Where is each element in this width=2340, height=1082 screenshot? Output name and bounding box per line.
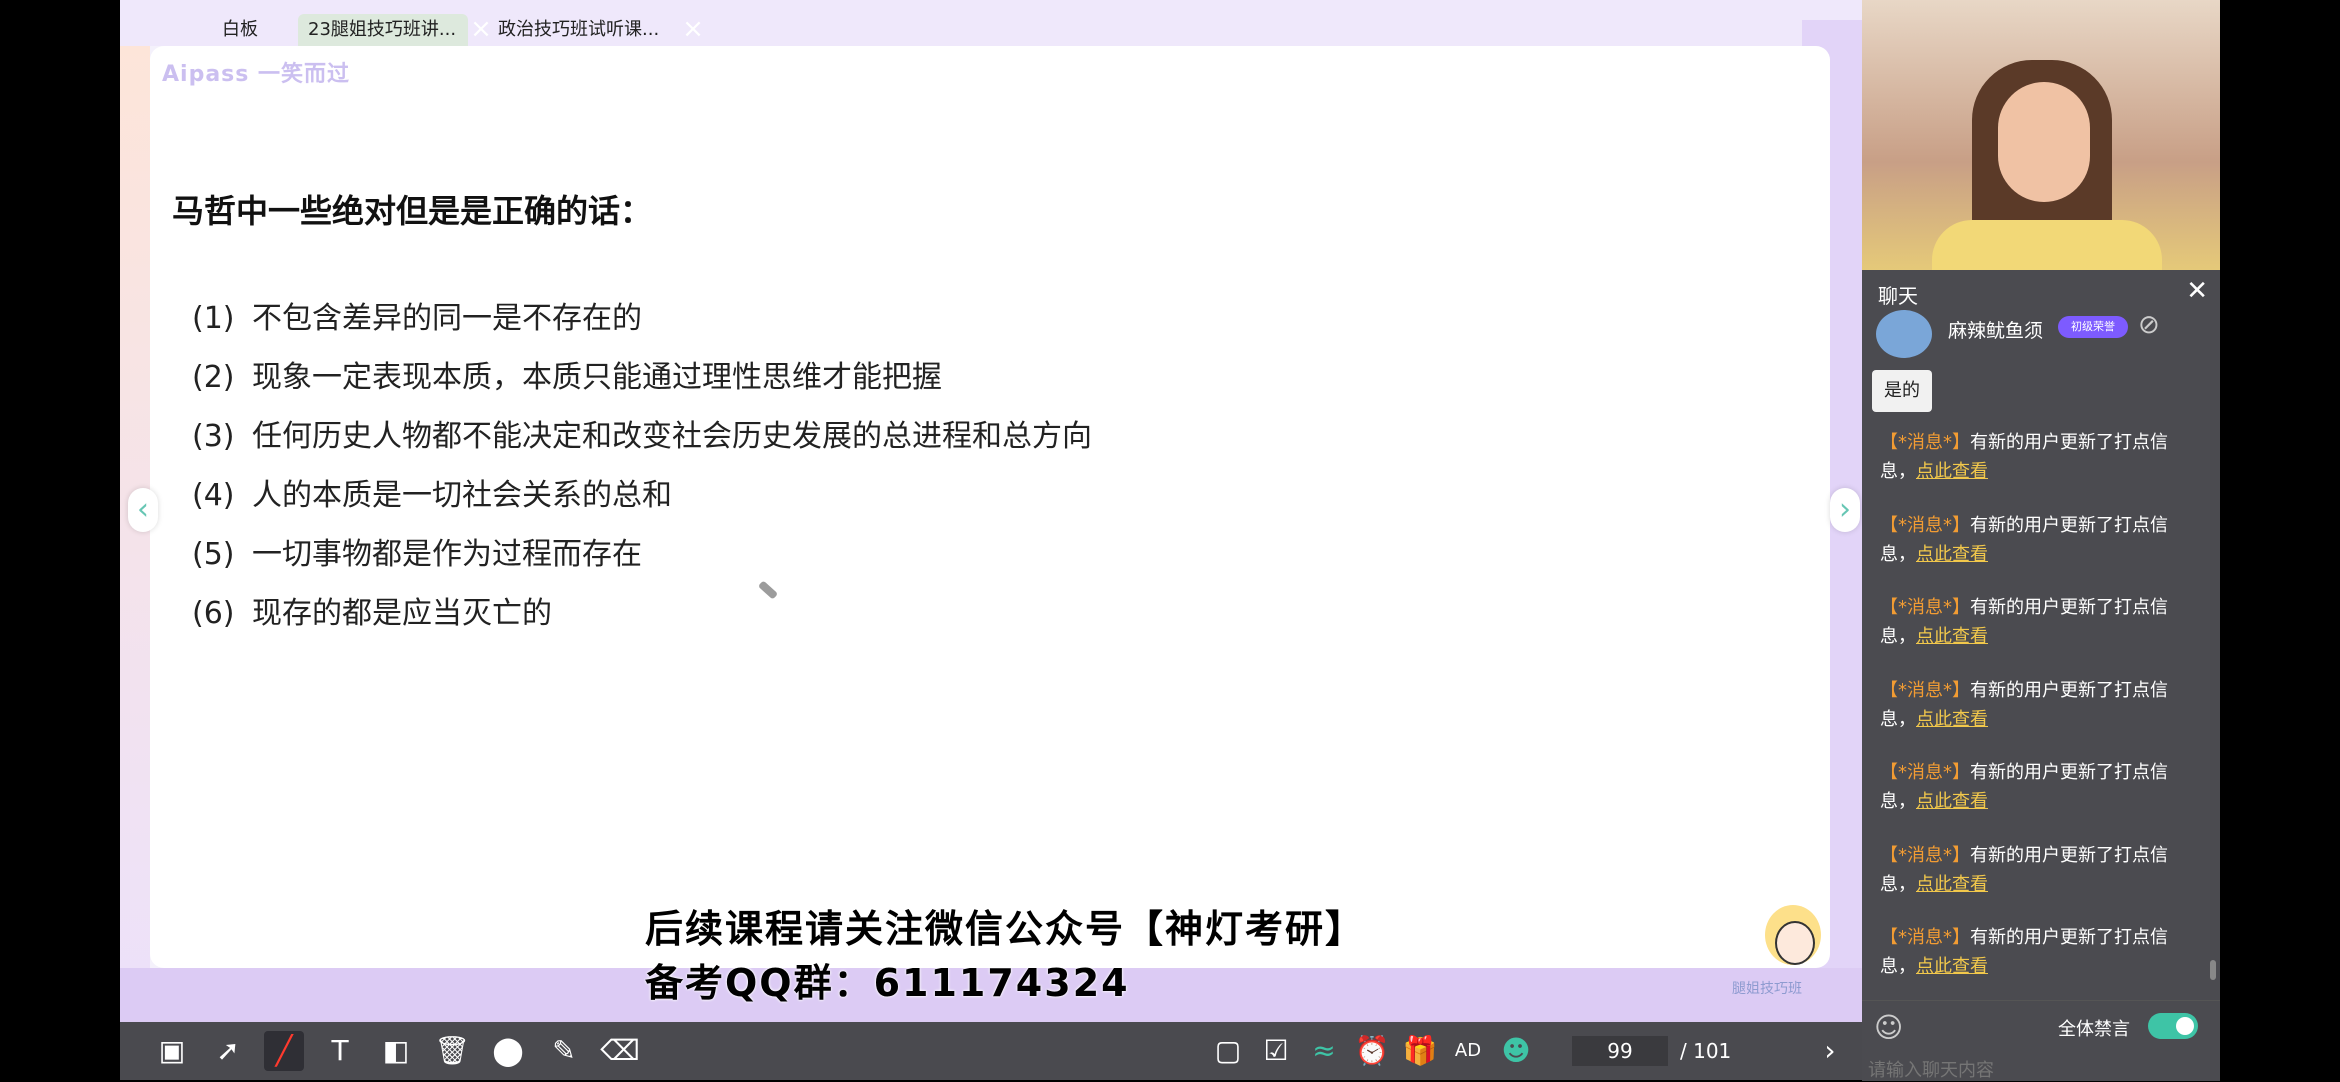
tab-trial-course[interactable]: 政治技巧班试听课... bbox=[488, 14, 698, 46]
mascot-label: 腿姐技巧班 bbox=[1732, 981, 1802, 997]
ad-icon[interactable]: AD bbox=[1448, 1031, 1488, 1071]
ban-all-label: 全体禁言 bbox=[2058, 1019, 2130, 1040]
pen-icon[interactable]: ╱ bbox=[264, 1031, 304, 1071]
list-item: (2) 现象一定表现本质，本质只能通过理性思维才能把握 bbox=[192, 360, 942, 395]
slide-list: (1) 不包含差异的同一是不存在的 (2) 现象一定表现本质，本质只能通过理性思维才… bbox=[192, 297, 1092, 651]
view-link[interactable]: 点此查看 bbox=[1916, 874, 1988, 895]
tab-lecture[interactable]: 23腿姐技巧班讲... bbox=[298, 14, 468, 46]
mascot-icon bbox=[1765, 905, 1821, 965]
view-link[interactable]: 点此查看 bbox=[1916, 461, 1988, 482]
user-badge: 初级荣誉 bbox=[2058, 316, 2128, 338]
clear-icon[interactable]: ⌫ bbox=[600, 1031, 640, 1071]
timer-icon[interactable]: ⏰ bbox=[1352, 1031, 1392, 1071]
view-link[interactable]: 点此查看 bbox=[1916, 544, 1988, 565]
view-link[interactable]: 点此查看 bbox=[1916, 626, 1988, 647]
list-item: (5) 一切事物都是作为过程而存在 bbox=[192, 537, 642, 572]
next-page-icon[interactable]: › bbox=[1810, 1031, 1850, 1071]
list-item: 【*消息*】有新的用户更新了打点信息，点此查看 bbox=[1880, 679, 2168, 730]
chat-scrollbar[interactable] bbox=[2210, 960, 2216, 980]
tab-whiteboard[interactable]: 白板 bbox=[180, 14, 300, 46]
list-item: 【*消息*】有新的用户更新了打点信息，点此查看 bbox=[1880, 514, 2168, 565]
teacher-video bbox=[1862, 0, 2220, 270]
shape-icon[interactable]: ◧ bbox=[376, 1031, 416, 1071]
trash-icon[interactable]: 🗑 bbox=[432, 1031, 472, 1071]
avatar bbox=[1876, 310, 1932, 358]
eraser-icon[interactable]: ✎ bbox=[544, 1031, 584, 1071]
people-icon[interactable]: ☻ bbox=[1496, 1031, 1536, 1071]
view-link[interactable]: 点此查看 bbox=[1916, 791, 1988, 812]
clipboard-icon[interactable]: ☑ bbox=[1256, 1031, 1296, 1071]
link-icon[interactable]: ⊘ bbox=[2138, 310, 2160, 340]
page-number-input[interactable]: 99 bbox=[1572, 1036, 1668, 1066]
tab-bar: 白板 23腿姐技巧班讲... × 政治技巧班试听课... × bbox=[120, 0, 1862, 46]
emoji-icon[interactable]: ☺ bbox=[1874, 1011, 1903, 1044]
chat-footer: ☺ 全体禁言 bbox=[1862, 1000, 2220, 1082]
ban-all-toggle[interactable] bbox=[2148, 1013, 2198, 1039]
view-link[interactable]: 点此查看 bbox=[1916, 956, 1988, 977]
next-slide-button[interactable]: › bbox=[1830, 488, 1860, 532]
view-link[interactable]: 点此查看 bbox=[1916, 709, 1988, 730]
whiteboard-stage: 白板 23腿姐技巧班讲... × 政治技巧班试听课... × Aipass 一笑… bbox=[120, 0, 1862, 1022]
chat-message: 是的 bbox=[1872, 370, 1932, 412]
list-item: (4) 人的本质是一切社会关系的总和 bbox=[192, 478, 672, 513]
list-item: 【*消息*】有新的用户更新了打点信息，点此查看 bbox=[1880, 432, 2168, 482]
tab-close-icon[interactable]: × bbox=[680, 14, 706, 46]
list-item: (6) 现存的都是应当灭亡的 bbox=[192, 596, 552, 631]
list-item: (3) 任何历史人物都不能决定和改变社会历史发展的总进程和总方向 bbox=[192, 419, 1092, 454]
chat-panel: 聊天 ✕ 麻辣鱿鱼须 初级荣誉 ⊘ 是的 【*消息*】有新的用户更新了打点信息，… bbox=[1862, 270, 2220, 1082]
prev-slide-button[interactable]: ‹ bbox=[128, 488, 158, 532]
brush-icon[interactable]: ≈ bbox=[1304, 1031, 1344, 1071]
list-item: 【*消息*】有新的用户更新了打点信息，点此查看 bbox=[1880, 844, 2168, 895]
caption-wechat: 后续课程请关注微信公众号【神灯考研】 bbox=[645, 907, 1366, 951]
page-total: / 101 bbox=[1680, 1039, 1732, 1063]
system-message-list: 【*消息*】有新的用户更新了打点信息，点此查看 【*消息*】有新的用户更新了打点… bbox=[1880, 428, 2200, 1006]
ppt-icon[interactable]: ▣ bbox=[152, 1031, 192, 1071]
slide-title: 马哲中一些绝对但是是正确的话： bbox=[172, 192, 653, 230]
chat-username: 麻辣鱿鱼须 bbox=[1948, 320, 2044, 342]
slide-logo: Aipass 一笑而过 bbox=[162, 62, 351, 87]
chat-input[interactable] bbox=[1866, 1059, 2170, 1082]
gift-icon[interactable]: 🎁 bbox=[1400, 1031, 1440, 1071]
caption-qq-group: 备考QQ群：611174324 bbox=[645, 961, 1130, 1005]
record-icon[interactable]: ▢ bbox=[1208, 1031, 1248, 1071]
pointer-icon[interactable]: ➚ bbox=[208, 1031, 248, 1071]
slide-decoration bbox=[120, 46, 150, 1022]
chat-title: 聊天 bbox=[1878, 284, 1918, 308]
list-item: 【*消息*】有新的用户更新了打点信息，点此查看 bbox=[1880, 597, 2168, 647]
text-icon[interactable]: T bbox=[320, 1031, 360, 1071]
close-icon[interactable]: ✕ bbox=[2186, 276, 2208, 306]
toggle-icon[interactable]: ⬤ bbox=[488, 1031, 528, 1071]
list-item: 【*消息*】有新的用户更新了打点信息，点此查看 bbox=[1880, 927, 2168, 977]
list-item: 【*消息*】有新的用户更新了打点信息，点此查看 bbox=[1880, 762, 2168, 812]
list-item: (1) 不包含差异的同一是不存在的 bbox=[192, 301, 642, 336]
